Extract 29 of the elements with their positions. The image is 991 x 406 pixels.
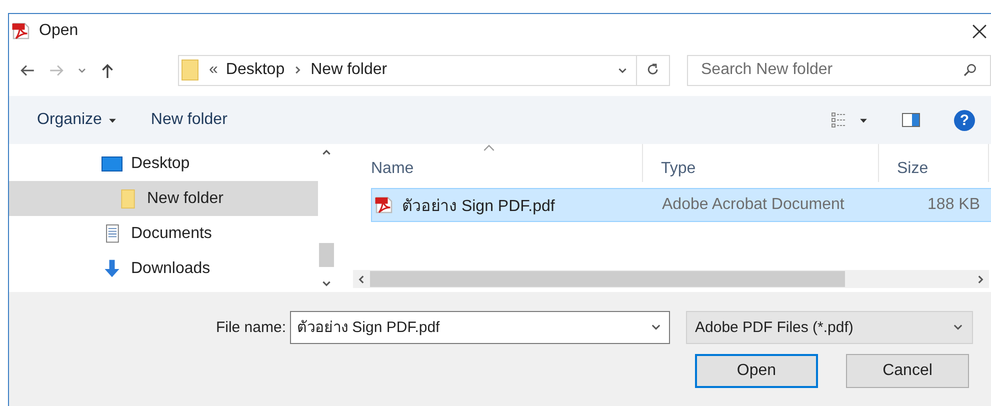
help-button[interactable]: ? [954, 110, 975, 130]
column-header[interactable]: Type [643, 144, 879, 182]
nav-item[interactable]: Desktop [9, 146, 318, 181]
table-cell-text: ตัวอย่าง Sign PDF.pdf [402, 196, 555, 216]
column-header[interactable]: Size [879, 144, 989, 182]
breadcrumb[interactable]: New folder [310, 61, 388, 79]
file-type-dropdown[interactable]: Adobe PDF Files (*.pdf) [686, 310, 973, 344]
breadcrumb[interactable]: Desktop [226, 61, 285, 79]
window-title: Open [39, 22, 78, 40]
toolbar-button[interactable]: New folder [140, 107, 238, 133]
nav-label: Documents [131, 224, 212, 242]
file-name-field[interactable]: ตัวอย่าง Sign PDF.pdf [290, 310, 670, 344]
table-cell: 188 KB [928, 196, 980, 214]
table-cell: Adobe Acrobat Document [662, 196, 844, 214]
dialog-button[interactable]: Cancel [846, 354, 969, 388]
dialog-button[interactable]: Open [695, 354, 818, 388]
column-header[interactable]: Name [353, 144, 643, 182]
nav-item[interactable]: Documents [9, 216, 318, 251]
nav-item[interactable]: Downloads [9, 251, 318, 286]
nav-label: Downloads [131, 260, 210, 278]
search-field[interactable]: Search New folder [687, 54, 991, 86]
address-bar[interactable]: « Desktop New folder [178, 54, 670, 86]
toolbar-button[interactable]: Organize [27, 107, 127, 133]
nav-label: Desktop [131, 154, 190, 172]
nav-item[interactable]: New folder [9, 181, 318, 216]
nav-label: New folder [147, 190, 224, 208]
file-name-label: File name: [214, 318, 287, 336]
overflow-marker[interactable]: « [209, 61, 218, 79]
file-row[interactable]: ตัวอย่าง Sign PDF.pdf Adobe Acrobat Document 188 KB [371, 188, 991, 222]
